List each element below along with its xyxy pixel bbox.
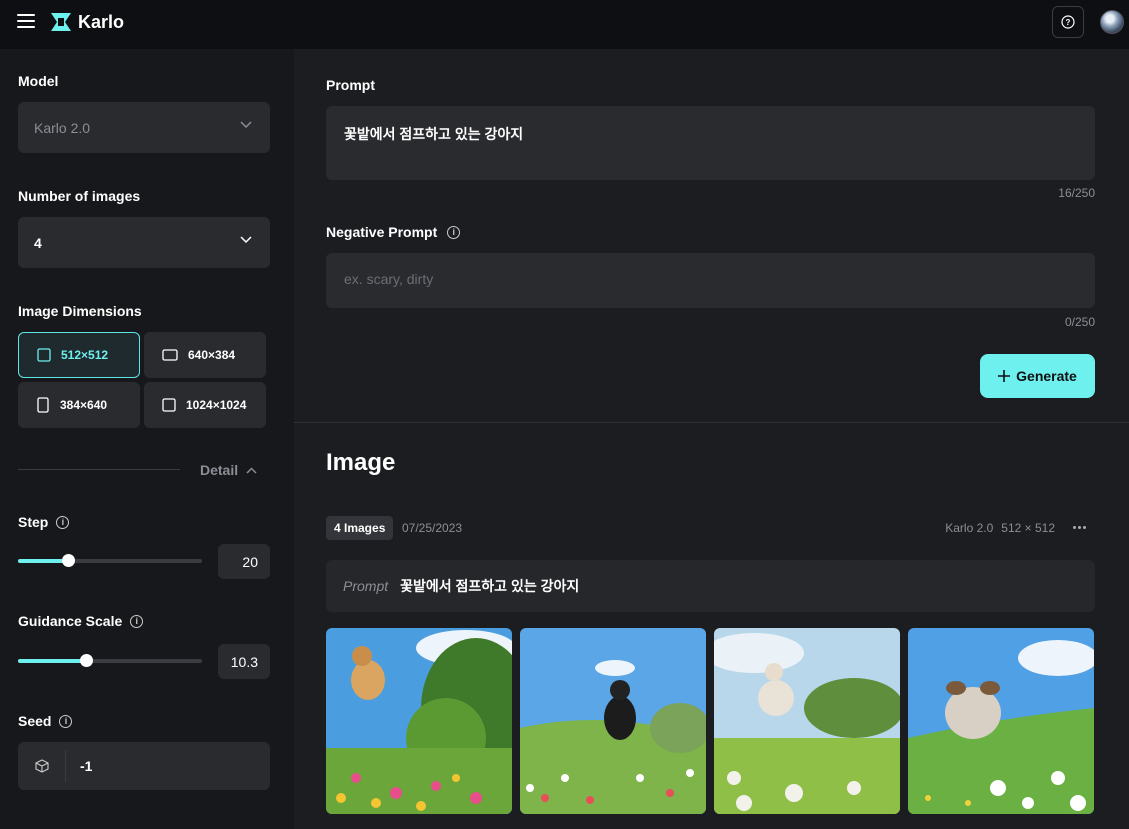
divider xyxy=(294,422,1129,423)
guidance-slider[interactable] xyxy=(18,654,202,667)
guidance-slider-fill xyxy=(18,659,87,663)
step-slider-fill xyxy=(18,559,68,563)
svg-text:?: ? xyxy=(1066,18,1071,27)
dimension-label: 1024×1024 xyxy=(186,398,247,412)
step-slider[interactable] xyxy=(18,554,202,567)
dimension-1024x1024-button[interactable]: 1024×1024 xyxy=(144,382,266,428)
dimension-512x512-button[interactable]: 512×512 xyxy=(18,332,140,378)
generated-image-4[interactable] xyxy=(908,628,1094,814)
chevron-down-icon xyxy=(240,121,252,129)
image-size: 512 × 512 xyxy=(1001,521,1055,535)
image-section-title: Image xyxy=(326,449,396,476)
step-slider-thumb[interactable] xyxy=(61,554,75,567)
generated-image-2[interactable] xyxy=(520,628,706,814)
num-images-label: Number of images xyxy=(18,188,141,204)
negative-prompt-label-row: Negative Prompt i xyxy=(326,224,461,240)
seed-label: Seed xyxy=(18,713,52,729)
model-label: Model xyxy=(18,73,59,89)
generate-label: Generate xyxy=(1016,368,1077,384)
divider xyxy=(18,469,180,470)
step-label: Step xyxy=(18,514,49,530)
plus-icon xyxy=(998,370,1011,382)
dice-icon xyxy=(34,759,49,773)
chevron-up-icon xyxy=(246,466,257,474)
info-icon[interactable]: i xyxy=(447,225,461,239)
generated-image-3[interactable] xyxy=(714,628,900,814)
seed-value: -1 xyxy=(80,758,93,774)
app-title: Karlo xyxy=(78,12,125,32)
generated-prompt-bar: Prompt 꽃밭에서 점프하고 있는 강아지 xyxy=(326,560,1095,612)
detail-toggle[interactable]: Detail xyxy=(200,462,257,478)
detail-label: Detail xyxy=(200,462,239,478)
dimension-384x640-button[interactable]: 384×640 xyxy=(18,382,140,428)
sidebar: Model Karlo 2.0 Number of images 4 Image… xyxy=(0,49,294,829)
seed-input[interactable]: -1 xyxy=(18,742,270,790)
num-images-select[interactable]: 4 xyxy=(18,217,270,268)
negative-prompt-input[interactable]: ex. scary, dirty xyxy=(326,253,1095,308)
generate-button[interactable]: Generate xyxy=(980,354,1095,398)
negative-prompt-label: Negative Prompt xyxy=(326,224,438,240)
model-select[interactable]: Karlo 2.0 xyxy=(18,102,270,153)
landscape-icon xyxy=(162,349,178,361)
dimension-label: 512×512 xyxy=(61,348,109,362)
step-label-row: Step i xyxy=(18,514,70,530)
negative-prompt-counter: 0/250 xyxy=(1064,315,1095,329)
dice-button[interactable] xyxy=(18,750,66,782)
seed-label-row: Seed i xyxy=(18,713,73,729)
step-input[interactable]: 20 xyxy=(218,544,270,579)
karlo-logo-icon xyxy=(51,13,71,31)
generated-image-1[interactable] xyxy=(326,628,512,814)
image-date: 07/25/2023 xyxy=(402,521,463,535)
dimension-label: 640×384 xyxy=(188,348,236,362)
portrait-icon xyxy=(37,397,49,413)
top-bar: Karlo ? xyxy=(0,0,1129,49)
guidance-slider-thumb[interactable] xyxy=(80,654,94,667)
main-panel: Prompt 꽃밭에서 점프하고 있는 강아지 16/250 Negative … xyxy=(294,49,1129,829)
avatar[interactable] xyxy=(1100,10,1124,34)
generated-prompt-value: 꽃밭에서 점프하고 있는 강아지 xyxy=(400,578,580,594)
guidance-label-row: Guidance Scale i xyxy=(18,613,144,629)
chevron-down-icon xyxy=(240,236,252,244)
image-meta: Karlo 2.0 512 × 512 xyxy=(945,521,1055,535)
image-count-badge: 4 Images xyxy=(326,516,394,540)
guidance-input[interactable]: 10.3 xyxy=(218,644,270,679)
model-value: Karlo 2.0 xyxy=(34,119,91,136)
prompt-label: Prompt xyxy=(326,77,375,93)
image-model: Karlo 2.0 xyxy=(945,521,994,535)
help-button[interactable]: ? xyxy=(1052,6,1084,38)
dimension-640x384-button[interactable]: 640×384 xyxy=(144,332,266,378)
more-options-button[interactable] xyxy=(1070,519,1088,535)
dimension-label: 384×640 xyxy=(60,398,108,412)
help-icon: ? xyxy=(1061,15,1075,29)
info-icon[interactable]: i xyxy=(56,515,70,529)
num-images-value: 4 xyxy=(34,234,42,251)
prompt-counter: 16/250 xyxy=(1058,186,1095,200)
menu-icon[interactable] xyxy=(17,14,35,28)
info-icon[interactable]: i xyxy=(130,614,144,628)
info-icon[interactable]: i xyxy=(59,714,73,728)
square-icon xyxy=(162,398,176,412)
prompt-input[interactable]: 꽃밭에서 점프하고 있는 강아지 xyxy=(326,106,1095,180)
guidance-label: Guidance Scale xyxy=(18,613,123,629)
square-icon xyxy=(37,348,51,362)
dimensions-label: Image Dimensions xyxy=(18,303,142,319)
generated-prompt-label: Prompt xyxy=(343,578,389,594)
